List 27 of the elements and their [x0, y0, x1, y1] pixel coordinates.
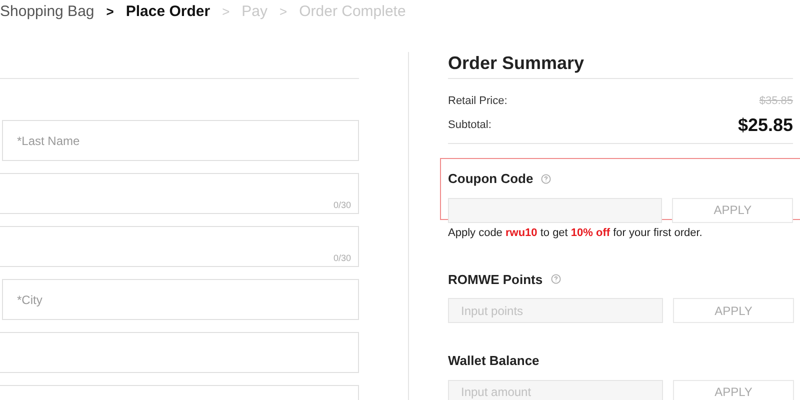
- summary-value: $35.85: [759, 94, 793, 109]
- breadcrumb-separator: >: [280, 3, 288, 22]
- breadcrumb-separator: >: [106, 3, 114, 22]
- help-icon[interactable]: [550, 274, 561, 284]
- character-counter: 0/30: [333, 198, 351, 212]
- summary-label: Subtotal:: [448, 118, 492, 133]
- text-field[interactable]: [0, 332, 359, 373]
- text-field[interactable]: [0, 226, 359, 267]
- help-icon[interactable]: [541, 174, 552, 184]
- section-title: ROMWE Points: [448, 270, 543, 288]
- input-field[interactable]: [448, 198, 662, 222]
- apply-button[interactable]: APPLY: [672, 198, 793, 222]
- character-counter: 0/30: [333, 252, 351, 264]
- apply-button[interactable]: APPLY: [673, 298, 794, 323]
- breadcrumb-step[interactable]: Shopping Bag: [0, 0, 94, 24]
- summary-value: $25.85: [738, 114, 793, 136]
- apply-button[interactable]: APPLY: [673, 380, 794, 400]
- breadcrumb-separator: >: [222, 3, 230, 22]
- text-field[interactable]: [0, 173, 359, 214]
- summary-title: Order Summary: [448, 52, 584, 75]
- section-title: Wallet Balance: [448, 352, 540, 370]
- promo-text: Apply code rwu10 to get 10% off for your first order.: [448, 226, 704, 241]
- breadcrumb-step[interactable]: Place Order: [126, 0, 210, 24]
- text-field[interactable]: *City: [2, 279, 359, 320]
- section-title: Coupon Code: [448, 170, 534, 188]
- text-field[interactable]: *Last Name: [2, 120, 359, 161]
- summary-label: Retail Price:: [448, 94, 508, 109]
